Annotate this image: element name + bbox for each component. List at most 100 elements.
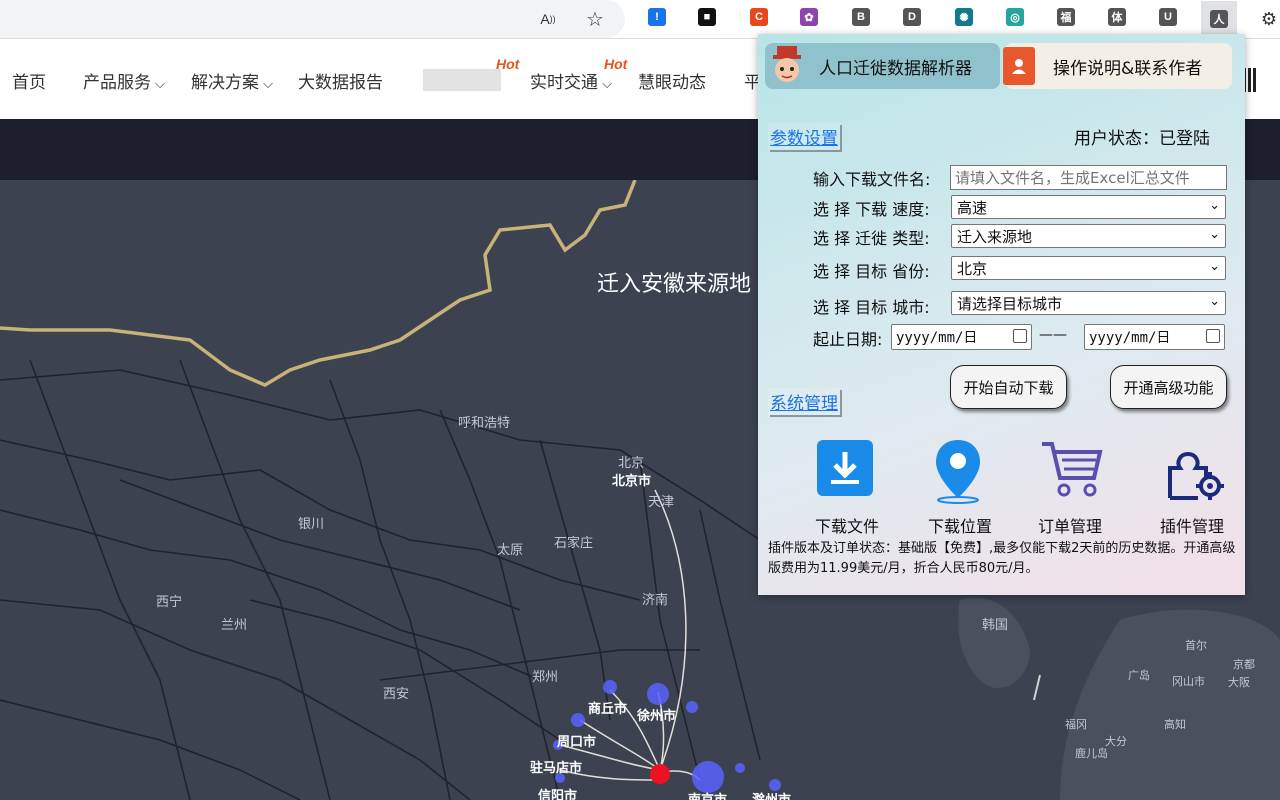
city-label: 首尔 xyxy=(1185,639,1207,652)
ext-teal-glyph: ◎ xyxy=(1006,8,1024,26)
star-icon[interactable]: ☆ xyxy=(581,5,609,33)
city-label: 南京市 xyxy=(688,789,727,800)
province-select[interactable]: 北京 ⌄ xyxy=(951,256,1226,280)
blurred-nav-item xyxy=(423,69,501,91)
advanced-feature-button[interactable]: 开通高级功能 xyxy=(1110,365,1227,409)
order-management-button[interactable]: 订单管理 xyxy=(1025,438,1115,536)
download-location-button[interactable]: 下载位置 xyxy=(915,438,1005,536)
plugin-management-button[interactable]: 插件管理 xyxy=(1147,438,1237,536)
city-label: 太原 xyxy=(497,543,524,558)
ext-ren-glyph: 人 xyxy=(1210,10,1228,28)
nav-insight[interactable]: 慧眼动态 xyxy=(638,68,706,93)
map-title: 迁入安徽来源地 xyxy=(597,272,752,297)
download-icon xyxy=(817,440,873,496)
city-label: 大分 xyxy=(1105,735,1127,748)
ext-ren-icon[interactable]: 人 xyxy=(1201,1,1237,37)
ext-c-icon[interactable]: C xyxy=(750,8,768,26)
tab-help[interactable]: 操作说明&联系作者 xyxy=(1003,43,1232,89)
chevron-down-icon: ⌄ xyxy=(1209,227,1220,242)
avatar-icon xyxy=(773,46,801,82)
ext-teal-icon[interactable]: ◎ xyxy=(1006,8,1024,26)
plugin-gear-icon xyxy=(1168,451,1224,500)
puzzle-icon[interactable]: ⚙ xyxy=(1255,5,1280,33)
chevron-down-icon: ⌄ xyxy=(1209,259,1220,274)
ext-openai-glyph: ✺ xyxy=(955,8,973,26)
city-label: 呼和浩特 xyxy=(458,416,511,431)
nav-products[interactable]: 产品服务 ⌵ xyxy=(83,68,165,93)
contact-icon xyxy=(1003,47,1035,85)
ext-brain-icon[interactable]: ✿ xyxy=(800,8,818,26)
start-date-input[interactable]: yyyy/mm/日 xyxy=(891,324,1032,350)
ext-shield-alert-glyph: ! xyxy=(648,8,666,26)
download-file-button[interactable]: 下载文件 xyxy=(802,438,892,536)
hot-badge: Hot xyxy=(496,56,520,72)
ext-ti-icon[interactable]: 体 xyxy=(1108,8,1126,26)
city-label: 冈山市 xyxy=(1172,675,1205,688)
start-download-button[interactable]: 开始自动下载 xyxy=(950,365,1067,409)
ext-d-icon[interactable]: D xyxy=(903,8,921,26)
user-status: 用户状态：已登陆 xyxy=(1074,129,1210,149)
tab-main[interactable]: 人口迁徙数据解析器 xyxy=(765,43,1000,89)
ext-brain-glyph: ✿ xyxy=(800,8,818,26)
ext-ti-glyph: 体 xyxy=(1108,8,1126,26)
nav-home[interactable]: 首页 xyxy=(12,68,46,93)
city-label: 驻马店市 xyxy=(530,761,583,776)
city-label: 大阪 xyxy=(1228,676,1250,689)
date-separator: —— xyxy=(1039,327,1067,343)
read-aloud-icon[interactable]: A)) xyxy=(534,5,562,33)
extension-popup: 人口迁徙数据解析器 操作说明&联系作者 参数设置 用户状态：已登陆 输入下载文件… xyxy=(758,34,1245,595)
filename-input[interactable] xyxy=(950,165,1227,190)
date-label: 起止日期: xyxy=(813,330,883,349)
type-label: 选 择 迁徙 类型: xyxy=(813,229,930,248)
ext-black-glyph: ■ xyxy=(698,8,716,26)
ext-b-glyph: B xyxy=(852,8,870,26)
filename-label: 输入下载文件名: xyxy=(813,170,931,189)
cart-icon xyxy=(1042,442,1103,497)
city-label: 鹿儿岛 xyxy=(1075,747,1108,760)
chevron-down-icon: ⌵ xyxy=(259,77,273,92)
chevron-down-icon: ⌵ xyxy=(598,77,612,92)
ext-u-glyph: U xyxy=(1159,8,1177,26)
section-params: 参数设置 xyxy=(768,123,840,150)
city-label: 西宁 xyxy=(156,595,183,610)
city-label: 福冈 xyxy=(1065,718,1087,731)
nav-traffic[interactable]: 实时交通 ⌵ xyxy=(530,68,612,93)
chevron-down-icon: ⌄ xyxy=(1209,294,1220,309)
city-select[interactable]: 请选择目标城市 ⌄ xyxy=(951,291,1226,315)
calendar-icon[interactable] xyxy=(1013,329,1027,343)
ext-u-icon[interactable]: U xyxy=(1159,8,1177,26)
city-label: 选 择 目标 城市: xyxy=(813,298,930,317)
ext-black-icon[interactable]: ■ xyxy=(698,8,716,26)
section-system: 系统管理 xyxy=(768,388,840,415)
city-label: 石家庄 xyxy=(554,536,594,551)
city-label: 商丘市 xyxy=(588,702,628,717)
ext-fu-icon[interactable]: 福 xyxy=(1057,8,1075,26)
nav-reports[interactable]: 大数据报告 xyxy=(298,68,383,93)
ext-fu-glyph: 福 xyxy=(1057,8,1075,26)
tab-help-label: 操作说明&联系作者 xyxy=(1053,58,1203,79)
city-label: 北京 xyxy=(618,456,645,471)
city-label: 济南 xyxy=(642,593,669,608)
download-file-label: 下载文件 xyxy=(814,517,879,536)
ext-c-glyph: C xyxy=(750,8,768,26)
download-location-label: 下载位置 xyxy=(927,517,992,536)
city-label: 周口市 xyxy=(557,735,597,750)
location-pin-icon xyxy=(936,440,980,504)
ext-b-icon[interactable]: B xyxy=(852,8,870,26)
ext-openai-icon[interactable]: ✺ xyxy=(955,8,973,26)
nav-solutions[interactable]: 解决方案 ⌵ xyxy=(191,68,273,93)
speed-label: 选 择 下载 速度: xyxy=(813,200,930,219)
address-bar[interactable] xyxy=(0,0,625,38)
chevron-down-icon: ⌄ xyxy=(1209,198,1220,213)
ext-shield-alert-icon[interactable]: ! xyxy=(648,8,666,26)
calendar-icon[interactable] xyxy=(1206,329,1220,343)
type-select[interactable]: 迁入来源地 ⌄ xyxy=(951,224,1226,248)
plugin-management-label: 插件管理 xyxy=(1159,517,1224,536)
ext-d-glyph: D xyxy=(903,8,921,26)
speed-select[interactable]: 高速 ⌄ xyxy=(951,195,1226,219)
city-label: 京都 xyxy=(1233,658,1255,671)
city-label: 北京市 xyxy=(612,474,652,489)
end-date-input[interactable]: yyyy/mm/日 xyxy=(1084,324,1225,350)
city-label: 滁州市 xyxy=(752,789,791,800)
version-note: 插件版本及订单状态：基础版【免费】,最多仅能下载2天前的历史数据。开通高级版费用… xyxy=(768,541,1236,576)
